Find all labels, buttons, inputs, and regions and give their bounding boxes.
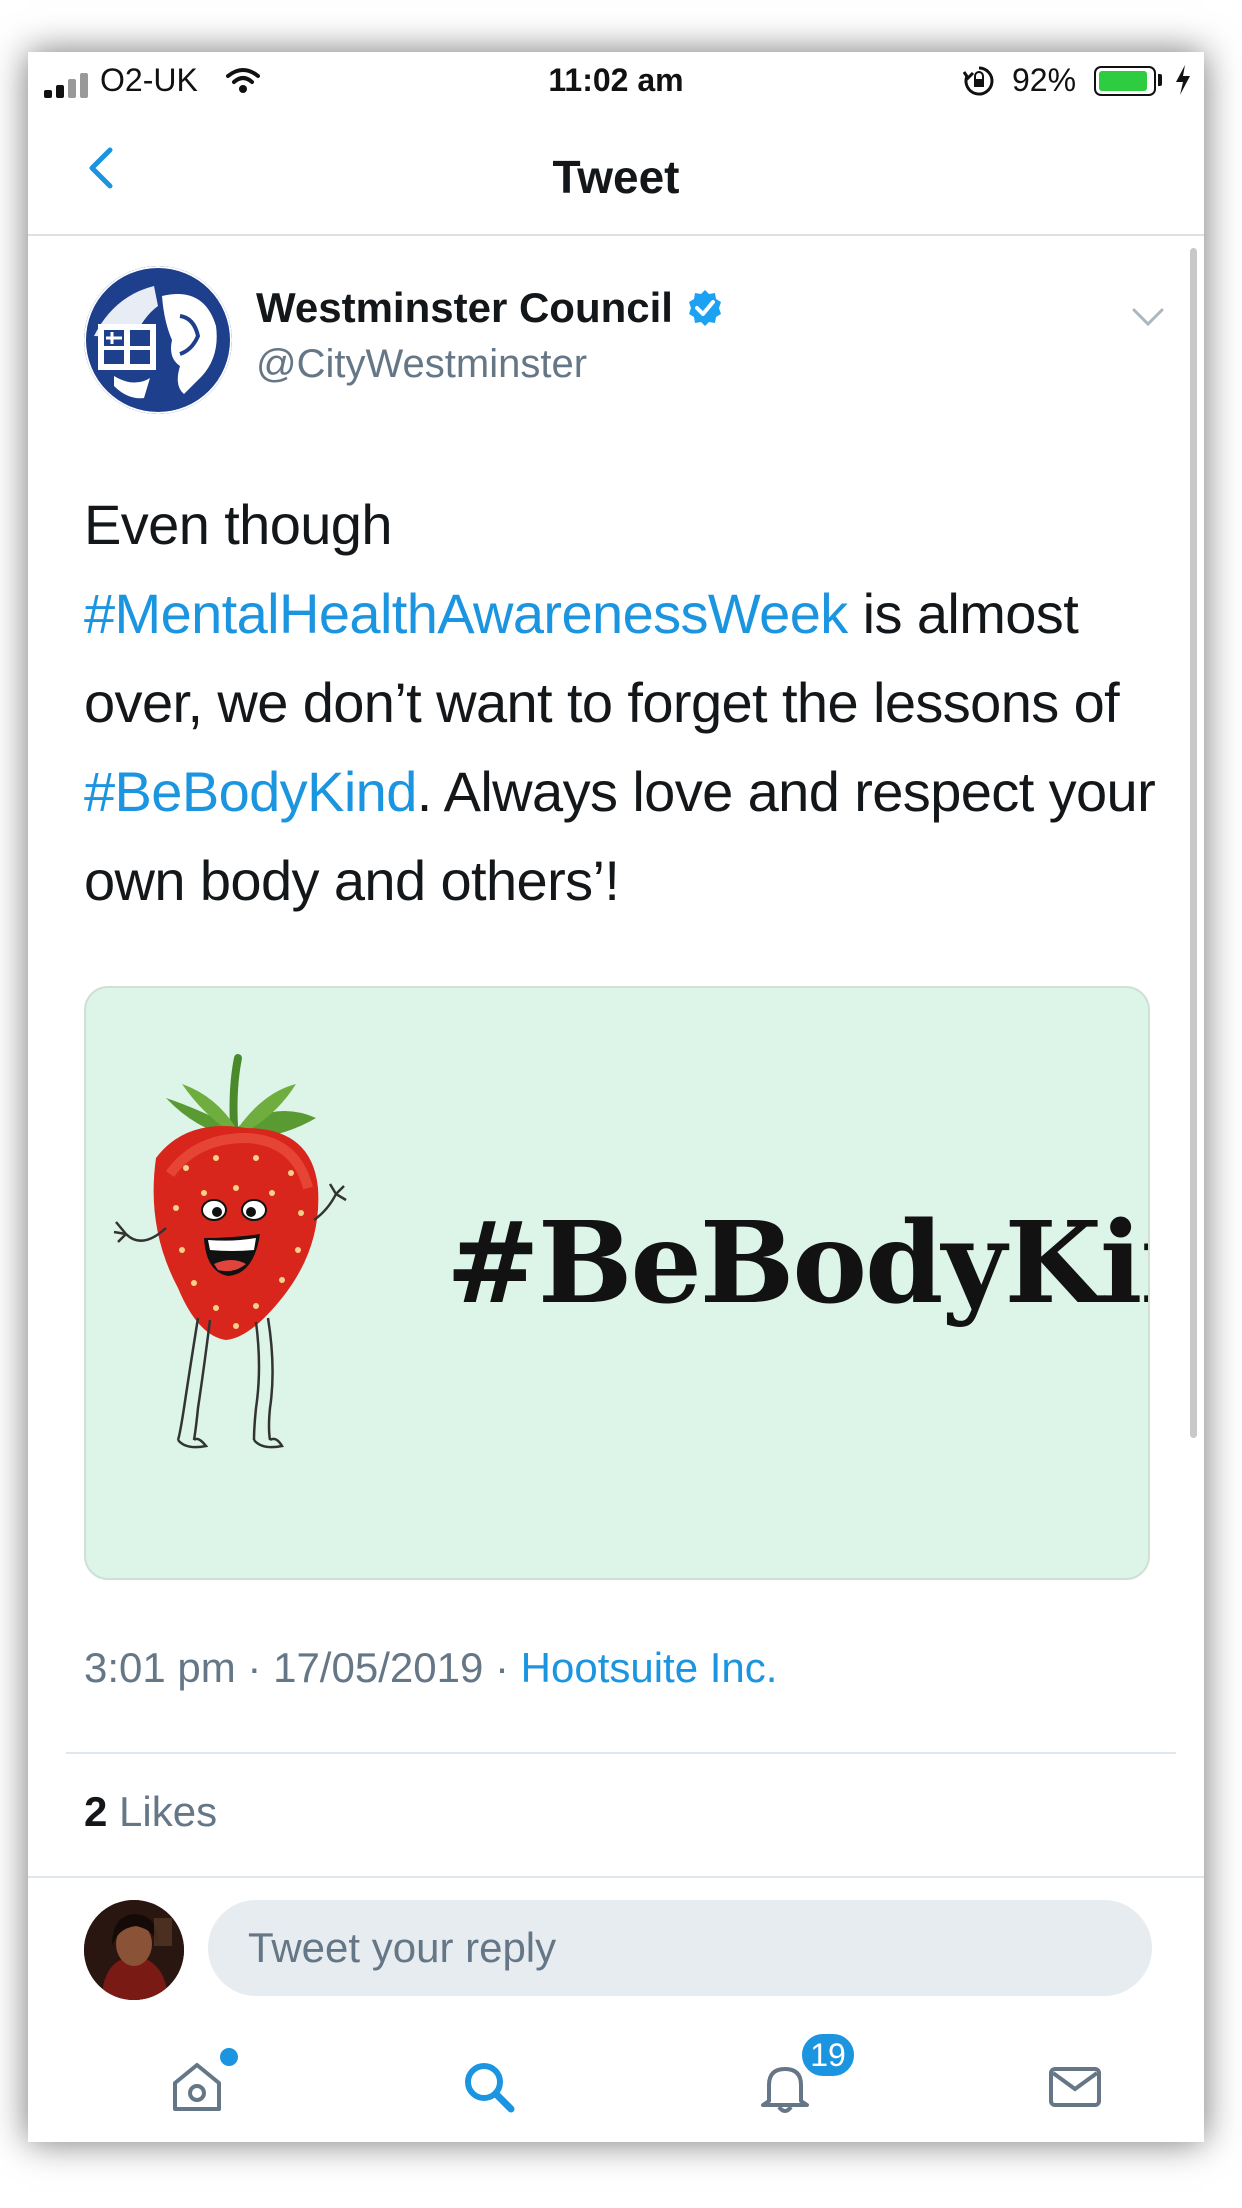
messages-icon	[1049, 2067, 1101, 2107]
battery-nub	[1158, 74, 1162, 86]
likes-count: 2	[84, 1788, 108, 1835]
page-title: Tweet	[552, 151, 680, 203]
westminster-crest-logo	[84, 266, 232, 414]
user-avatar-image	[84, 1900, 184, 2000]
tweet-date: 17/05/2019	[273, 1644, 484, 1691]
divider	[66, 1752, 1176, 1754]
divider	[28, 1876, 1204, 1878]
new-content-dot	[220, 2048, 238, 2066]
tab-search[interactable]	[444, 2042, 534, 2132]
verified-badge-icon	[688, 290, 721, 326]
reply-input[interactable]	[208, 1900, 1152, 1996]
hashtag-link[interactable]: #MentalHealthAwarenessWeek	[84, 582, 848, 645]
likes-row[interactable]: 2 Likes	[84, 1788, 217, 1836]
likes-label: Likes	[107, 1788, 218, 1835]
author-name[interactable]: Westminster Council	[256, 284, 673, 332]
app-window: O2-UK 11:02 am 92% Tweet Westminster Cou…	[28, 52, 1204, 2142]
tab-messages[interactable]	[1030, 2042, 1120, 2132]
author-avatar[interactable]	[84, 266, 232, 414]
battery-icon	[1094, 66, 1156, 96]
charging-bolt-icon	[1174, 64, 1192, 104]
media-hashtag-text: #BeBodyKind	[446, 1198, 1148, 1329]
scrollbar[interactable]	[1190, 248, 1197, 1438]
tab-notifications[interactable]: 19	[740, 2030, 858, 2132]
status-bar: O2-UK 11:02 am 92%	[28, 52, 1204, 114]
search-icon	[465, 2063, 515, 2113]
user-avatar[interactable]	[84, 1900, 184, 2000]
meta-separator: ·	[235, 1644, 274, 1691]
hashtag-link[interactable]: #BeBodyKind	[84, 760, 417, 823]
tab-home[interactable]	[152, 2042, 242, 2132]
tweet-source-link[interactable]: Hootsuite Inc.	[521, 1644, 778, 1691]
chevron-down-icon	[1132, 308, 1164, 327]
nav-header: Tweet	[28, 114, 1204, 236]
strawberry-character-illustration	[113, 1054, 347, 1449]
author-handle[interactable]: @CityWestminster	[256, 342, 587, 387]
tweet-text: Even though #MentalHealthAwarenessWeek i…	[84, 480, 1164, 925]
orientation-lock-icon	[962, 64, 996, 106]
tweet-media-image[interactable]: #BeBodyKind	[84, 986, 1150, 1580]
notifications-badge: 19	[798, 2030, 858, 2080]
tweet-meta: 3:01 pm · 17/05/2019 · Hootsuite Inc.	[84, 1644, 777, 1692]
meta-separator: ·	[483, 1644, 521, 1691]
battery-percent: 92%	[1012, 62, 1077, 98]
battery-level-fill	[1099, 71, 1147, 91]
home-icon	[173, 2063, 221, 2111]
tweet-time: 3:01 pm	[84, 1644, 236, 1691]
author-name-row[interactable]: Westminster Council	[256, 284, 725, 332]
tweet-text-part: Even though	[84, 493, 392, 556]
tweet-options-button[interactable]	[1128, 302, 1168, 332]
